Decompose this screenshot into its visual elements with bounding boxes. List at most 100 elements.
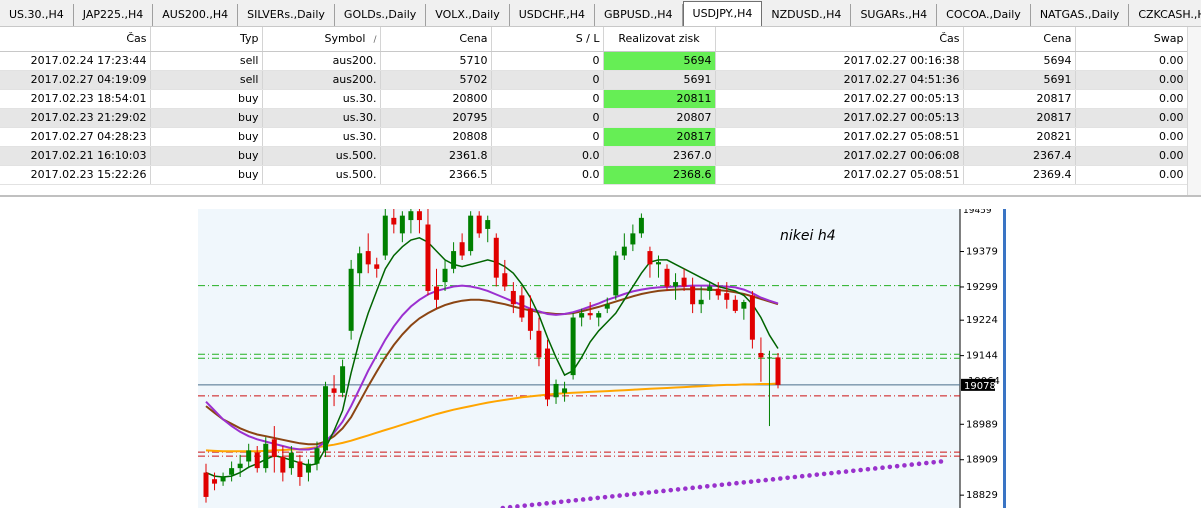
candle-body <box>698 299 704 305</box>
table-row[interactable]: 2017.02.21 16:10:03 buy us.500. 2361.8 0.0 23… <box>0 146 1188 166</box>
cell-close-time: 2017.02.27 00:06:08 <box>715 146 964 166</box>
cell-sl: 0.0 <box>491 165 604 185</box>
column-header-open-price[interactable]: Cena <box>380 27 492 52</box>
trendline-dot <box>529 502 535 508</box>
candle-body <box>468 215 474 252</box>
cell-swap: 0.00 <box>1075 108 1188 128</box>
cell-swap: 0.00 <box>1075 146 1188 166</box>
column-header-symbol[interactable]: Symbol / <box>262 27 381 52</box>
table-vertical-scrollbar[interactable] <box>1187 27 1201 195</box>
column-header-open-time[interactable]: Čas <box>0 27 151 52</box>
candle-body <box>510 290 516 305</box>
table-row[interactable]: 2017.02.27 04:28:23 buy us.30. 20808 0 20817 2… <box>0 127 1188 147</box>
candle-body <box>305 463 311 473</box>
tab-silvers-daily[interactable]: SILVERs.,Daily <box>238 4 335 26</box>
table-row[interactable]: 2017.02.27 04:19:09 sell aus200. 5702 0 5691 2… <box>0 70 1188 90</box>
candle-body <box>562 388 568 393</box>
trendline-dot <box>909 462 915 467</box>
table-row[interactable]: 2017.02.24 17:23:44 sell aus200. 5710 0 5694 2… <box>0 51 1188 71</box>
cell-type: sell <box>150 70 263 90</box>
cell-symbol: us.500. <box>262 146 381 166</box>
cell-tp: 2368.6 <box>603 165 716 185</box>
column-header-close-time[interactable]: Čas <box>715 27 964 52</box>
trendline-dot <box>646 490 652 495</box>
cell-open-time: 2017.02.23 15:22:26 <box>0 165 151 185</box>
tab-gbpusd-h4[interactable]: GBPUSD.,H4 <box>595 4 683 26</box>
price-axis-label: 19224 <box>966 315 998 326</box>
candle-body <box>246 450 252 462</box>
trendline-dot <box>668 487 674 493</box>
cell-tp: 20807 <box>603 108 716 128</box>
column-header-swap[interactable]: Swap <box>1075 27 1188 52</box>
trendline-dot <box>675 487 681 492</box>
candle-body <box>425 224 431 291</box>
trendline-dot <box>756 478 761 484</box>
cell-tp: 20811 <box>603 89 716 109</box>
cell-tp: 5694 <box>603 51 716 71</box>
candle-body <box>416 211 422 221</box>
cell-swap: 0.00 <box>1075 70 1188 90</box>
candle-body <box>254 452 260 469</box>
column-header-close-price[interactable]: Cena <box>963 27 1076 52</box>
candle-body <box>434 286 440 300</box>
cell-symbol: us.500. <box>262 165 381 185</box>
candle-body <box>775 357 781 385</box>
candle-body <box>749 295 755 340</box>
candle-body <box>724 293 730 300</box>
cell-sl: 0.0 <box>491 146 604 166</box>
column-header-type[interactable]: Typ <box>150 27 263 52</box>
table-row[interactable]: 2017.02.23 15:22:26 buy us.500. 2366.5 0.0 23… <box>0 165 1188 185</box>
trendline-dot <box>931 459 936 465</box>
trendline-dot <box>851 468 856 474</box>
trendline-dot <box>807 473 812 478</box>
candle-body <box>288 452 294 469</box>
candle-body <box>237 463 243 469</box>
trendline-dot <box>770 477 776 482</box>
cell-tp: 20817 <box>603 127 716 147</box>
cell-close-time: 2017.02.27 00:05:13 <box>715 108 964 128</box>
tab-jap225-h4[interactable]: JAP225.,H4 <box>74 4 154 26</box>
cell-open-time: 2017.02.27 04:19:09 <box>0 70 151 90</box>
column-header-take-profit[interactable]: Realizovat zisk <box>603 27 716 52</box>
trendline-dot <box>938 459 944 464</box>
price-chart[interactable]: 19459 19064 1937919299192241914418989189… <box>198 206 1006 511</box>
trendline-dot <box>653 489 659 495</box>
trendline-dot <box>588 496 593 501</box>
cell-close-time: 2017.02.27 00:16:38 <box>715 51 964 71</box>
cell-sl: 0 <box>491 89 604 109</box>
trendline-dot <box>843 469 849 474</box>
trendline-dot <box>544 501 549 506</box>
cell-symbol: us.30. <box>262 89 381 109</box>
trendline-dot <box>573 497 579 503</box>
cell-swap: 0.00 <box>1075 51 1188 71</box>
chart-tabs-bar: US.30.,H4 JAP225.,H4 AUS200.,H4 SILVERs.,Da… <box>0 0 1201 27</box>
trendline-dot <box>741 480 747 485</box>
tab-golds-daily[interactable]: GOLDs.,Daily <box>335 4 427 26</box>
cell-open-price: 20795 <box>380 108 492 128</box>
tab-nzdusd-h4[interactable]: NZDUSD.,H4 <box>762 4 852 26</box>
candle-body <box>220 476 226 482</box>
tab-usdjpy-h4[interactable]: USDJPY.,H4 <box>682 1 763 26</box>
cell-close-price: 20817 <box>963 108 1076 128</box>
tab-volx-daily[interactable]: VOLX.,Daily <box>426 4 510 26</box>
table-row[interactable]: 2017.02.23 21:29:02 buy us.30. 20795 0 20807 2… <box>0 108 1188 128</box>
candle-body <box>570 317 576 376</box>
tab-cocoa-daily[interactable]: COCOA.,Daily <box>937 4 1031 26</box>
chart-canvas[interactable]: 19459 19064 1937919299192241914418989189… <box>198 206 1006 511</box>
tab-aus200-h4[interactable]: AUS200.,H4 <box>153 4 239 26</box>
trendline-dot <box>799 473 805 479</box>
tab-natgas-daily[interactable]: NATGAS.,Daily <box>1031 4 1130 26</box>
candle-body <box>323 386 329 451</box>
trendline-dot <box>924 460 929 466</box>
cell-type: buy <box>150 108 263 128</box>
candle-body <box>732 299 738 311</box>
candle-body <box>579 313 585 318</box>
tab-us-30-h4[interactable]: US.30.,H4 <box>0 4 74 26</box>
cell-open-time: 2017.02.21 16:10:03 <box>0 146 151 166</box>
tab-czkcash-h4[interactable]: CZKCASH.,H4 <box>1129 4 1201 26</box>
column-header-stop-loss[interactable]: S / L <box>491 27 604 52</box>
tab-usdchf-h4[interactable]: USDCHF.,H4 <box>510 4 596 26</box>
candle-body <box>604 304 610 309</box>
table-row[interactable]: 2017.02.23 18:54:01 buy us.30. 20800 0 20811 2… <box>0 89 1188 109</box>
tab-sugars-h4[interactable]: SUGARs.,H4 <box>851 4 938 26</box>
